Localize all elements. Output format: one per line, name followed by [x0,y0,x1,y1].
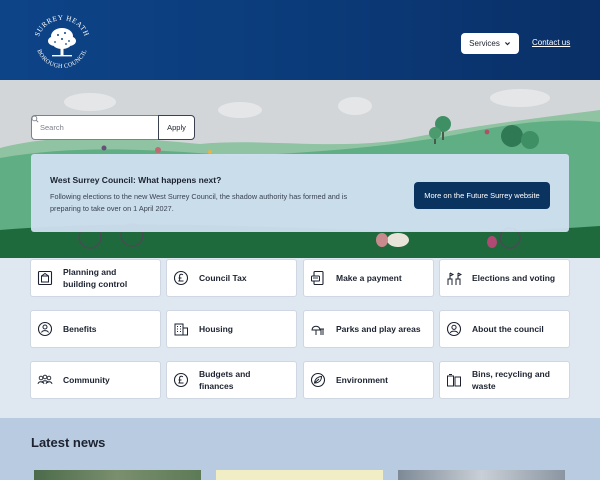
latest-news-heading: Latest news [31,435,106,450]
pound-sign-icon [173,372,189,388]
notice-card: West Surrey Council: What happens next? … [31,154,569,232]
tree-icon [311,325,324,335]
pound-coin-icon [173,270,189,286]
services-button[interactable]: Services [461,33,519,54]
benefits-icon [37,321,53,337]
tile-label: Make a payment [336,273,402,283]
future-surrey-button[interactable]: More on the Future Surrey website [414,182,550,209]
search-input[interactable] [31,115,158,140]
building-plan-icon [37,270,53,286]
notice-title: West Surrey Council: What happens next? [50,175,222,185]
tile-council-tax[interactable]: Council Tax [167,260,296,296]
tile-label: Parks and play areas [336,324,421,334]
news-card-image[interactable] [216,470,383,480]
tile-planning[interactable]: Planning and building control [31,260,160,296]
leaf-icon [310,372,326,388]
site-header: SURREY HEATH BOROUGH COUNCIL Services Co… [0,0,600,80]
tile-label: Housing [199,324,233,334]
ballot-icon [447,272,462,285]
news-card-image[interactable] [398,470,565,480]
apply-button[interactable]: Apply [158,115,195,140]
contact-us-link[interactable]: Contact us [532,38,570,47]
news-card-image[interactable] [34,470,201,480]
tile-label: Community [63,375,110,385]
payment-card-icon [311,270,324,286]
tile-budgets[interactable]: Budgets and finances [167,362,296,398]
tile-label: Bins, recycling and waste [472,369,550,391]
tile-parks[interactable]: Parks and play areas [304,311,433,347]
tile-community[interactable]: Community [31,362,160,398]
tile-bins[interactable]: Bins, recycling and waste [440,362,569,398]
latest-news-section: Latest news [0,418,600,480]
person-icon [446,321,462,337]
search-bar: Apply [31,115,195,140]
tile-housing[interactable]: Housing [167,311,296,347]
tile-benefits[interactable]: Benefits [31,311,160,347]
tile-make-payment[interactable]: Make a payment [304,260,433,296]
chevron-down-icon [504,42,510,46]
housing-icon [174,323,188,336]
tile-about-council[interactable]: About the council [440,311,569,347]
tile-environment[interactable]: Environment [304,362,433,398]
tile-elections[interactable]: Elections and voting [440,260,569,296]
tile-label: Environment [336,375,388,385]
services-grid: Planning and building control Council Ta… [0,258,600,418]
tile-label: Elections and voting [472,273,556,283]
notice-text: Following elections to the new West Surr… [50,192,348,213]
tree-logo-icon: SURREY HEATH BOROUGH COUNCIL [33,14,90,70]
council-logo[interactable]: SURREY HEATH BOROUGH COUNCIL [28,8,96,76]
tile-label: About the council [472,324,544,334]
tile-label: Budgets and finances [199,369,251,391]
tile-label: Council Tax [199,273,247,283]
services-label: Services [469,39,500,48]
bin-icon [447,374,461,387]
community-icon [37,374,53,385]
search-icon[interactable] [31,115,39,123]
tile-label: Benefits [63,324,97,334]
tile-label: Planning and building control [63,267,128,289]
